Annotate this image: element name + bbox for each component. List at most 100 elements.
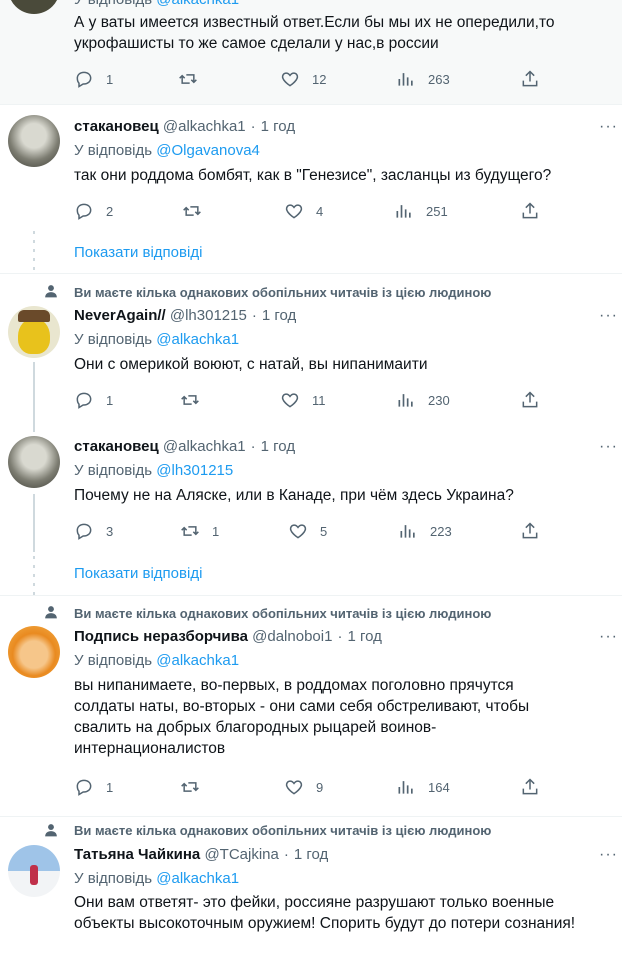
reply-button[interactable]: 1 <box>74 68 113 90</box>
retweet-button[interactable] <box>178 68 210 90</box>
views-button[interactable]: 251 <box>394 200 448 222</box>
retweet-button[interactable] <box>182 200 214 222</box>
views-icon <box>400 525 415 538</box>
reply-count: 1 <box>106 779 114 795</box>
share-button[interactable] <box>520 68 540 90</box>
like-button[interactable]: 9 <box>284 776 323 798</box>
reply-to-mention[interactable]: @alkachka1 <box>156 652 239 669</box>
thread-connector <box>33 231 35 271</box>
tweet-time[interactable]: 1 год <box>347 628 381 645</box>
reply-to-mention[interactable]: @alkachka1 <box>156 870 239 887</box>
reply-icon <box>76 203 92 220</box>
avatar[interactable] <box>8 845 60 897</box>
reply-to-line: У відповідь @lh301215 <box>74 462 233 479</box>
tweet-actions: 2 4 251 <box>74 200 554 222</box>
views-count: 230 <box>428 392 450 408</box>
tweet-time[interactable]: 1 год <box>261 438 295 455</box>
views-count: 251 <box>426 203 448 219</box>
reply-to-label: У відповідь <box>74 142 153 159</box>
avatar[interactable] <box>8 306 60 358</box>
like-button[interactable]: 5 <box>288 520 327 542</box>
more-options-icon[interactable]: ··· <box>599 438 618 456</box>
retweet-icon <box>181 526 199 536</box>
display-name[interactable]: Подпись неразборчива <box>74 628 248 645</box>
views-icon <box>398 781 413 794</box>
views-button[interactable]: 263 <box>396 68 450 90</box>
display-name[interactable]: стакановец <box>74 118 159 135</box>
thread-connector <box>33 362 35 420</box>
heart-icon <box>285 204 303 219</box>
tweet-actions: 1 9 164 <box>74 776 554 798</box>
share-button[interactable] <box>520 200 540 222</box>
like-button[interactable]: 11 <box>280 389 326 411</box>
avatar[interactable] <box>8 436 60 488</box>
more-options-icon[interactable]: ··· <box>599 846 618 864</box>
more-options-icon[interactable]: ··· <box>599 628 618 646</box>
tweet-time[interactable]: 1 год <box>261 118 295 135</box>
tweet-card[interactable]: стакановец @alkachka1 · 1 год ··· У відпов… <box>0 420 622 596</box>
views-count: 223 <box>430 523 452 539</box>
retweet-icon <box>181 395 199 405</box>
reply-to-mention[interactable]: @alkachka1 <box>156 331 239 348</box>
reply-button[interactable]: 1 <box>74 776 113 798</box>
user-handle[interactable]: @TCajkina <box>204 846 278 863</box>
views-button[interactable]: 230 <box>396 389 450 411</box>
display-name[interactable]: Татьяна Чайкина <box>74 846 200 863</box>
retweet-button[interactable]: 1 <box>180 520 219 542</box>
tweet-card[interactable]: Ви маєте кілька однакових обопільних чит… <box>0 274 622 420</box>
reply-icon <box>76 392 92 409</box>
reply-count: 1 <box>106 71 114 87</box>
reply-to-label: У відповідь <box>74 331 153 348</box>
show-replies-link[interactable]: Показати відповіді <box>74 244 202 261</box>
user-handle[interactable]: @alkachka1 <box>163 118 246 135</box>
display-name[interactable]: NeverAgain// <box>74 307 166 324</box>
share-button[interactable] <box>520 776 540 798</box>
reply-to-line: У відповідь @alkachka1 <box>74 870 239 887</box>
views-button[interactable]: 223 <box>398 520 452 542</box>
social-context: Ви маєте кілька однакових обопільних чит… <box>74 606 492 621</box>
tweet-time[interactable]: 1 год <box>262 307 296 324</box>
reply-to-mention[interactable]: @alkachka1 <box>156 0 239 8</box>
share-icon <box>522 522 538 539</box>
social-context: Ви маєте кілька однакових обопільних чит… <box>74 823 492 838</box>
tweet-card[interactable]: стакановец @alkachka1 · 1 год ··· У відпов… <box>0 105 622 273</box>
reply-button[interactable]: 3 <box>74 520 113 542</box>
tweet-actions: 3 1 5 223 <box>74 520 554 542</box>
tweet-card[interactable]: Ви маєте кілька однакових обопільних чит… <box>0 817 622 954</box>
share-icon <box>522 778 538 795</box>
retweet-button[interactable] <box>180 776 212 798</box>
like-count: 12 <box>312 71 327 87</box>
user-handle[interactable]: @alkachka1 <box>163 438 246 455</box>
tweet-card[interactable]: У відповідь @alkachka1 А у ваты имеется … <box>0 0 622 104</box>
retweet-icon <box>179 74 197 84</box>
reply-to-line: У відповідь @Olgavanova4 <box>74 142 260 159</box>
like-button[interactable]: 4 <box>284 200 323 222</box>
retweet-count: 1 <box>212 523 220 539</box>
reply-button[interactable]: 1 <box>74 389 113 411</box>
more-options-icon[interactable]: ··· <box>599 118 618 136</box>
reply-to-label: У відповідь <box>74 0 152 8</box>
heart-icon <box>281 72 299 87</box>
retweet-button[interactable] <box>180 389 212 411</box>
reply-to-mention[interactable]: @lh301215 <box>156 462 233 479</box>
avatar[interactable] <box>8 626 60 678</box>
tweet-card[interactable]: Ви маєте кілька однакових обопільних чит… <box>0 596 622 816</box>
share-button[interactable] <box>520 389 540 411</box>
views-button[interactable]: 164 <box>396 776 450 798</box>
reply-count: 1 <box>106 392 114 408</box>
share-button[interactable] <box>520 520 540 542</box>
reply-to-mention[interactable]: @Olgavanova4 <box>156 142 260 159</box>
like-button[interactable]: 12 <box>280 68 326 90</box>
share-icon <box>522 202 538 219</box>
reply-button[interactable]: 2 <box>74 200 113 222</box>
display-name[interactable]: стакановец <box>74 438 159 455</box>
avatar[interactable] <box>8 0 60 14</box>
show-replies-link[interactable]: Показати відповіді <box>74 565 202 582</box>
thread-connector <box>33 556 35 596</box>
more-options-icon[interactable]: ··· <box>599 307 618 325</box>
avatar[interactable] <box>8 115 60 167</box>
user-handle[interactable]: @dalnoboi1 <box>252 628 332 645</box>
user-handle[interactable]: @lh301215 <box>170 307 247 324</box>
social-context: Ви маєте кілька однакових обопільних чит… <box>74 285 492 300</box>
tweet-time[interactable]: 1 год <box>294 846 328 863</box>
